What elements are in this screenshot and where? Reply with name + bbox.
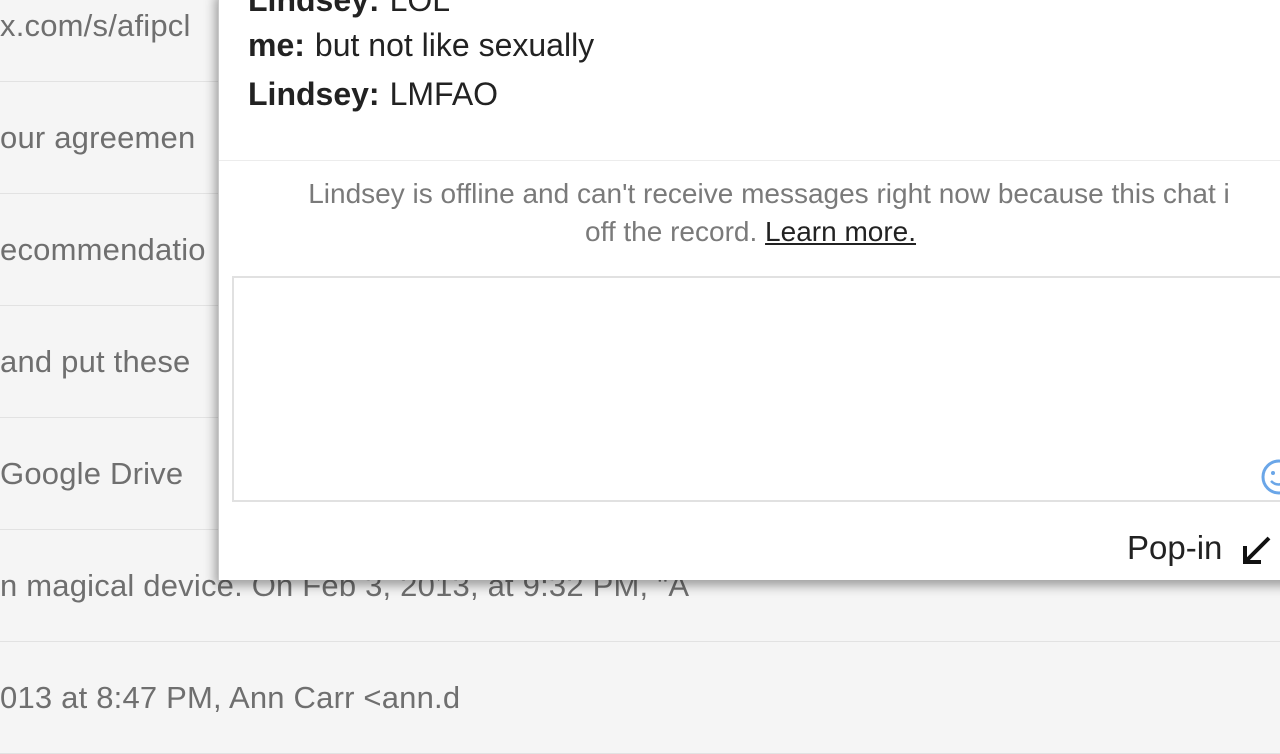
message-sender: me: (248, 27, 305, 63)
chat-message: Lindsey: LMFAO (248, 76, 498, 113)
message-sender: Lindsey: (248, 76, 380, 112)
chat-message: me: but not like sexually (248, 27, 594, 64)
inbox-row[interactable]: 013 at 8:47 PM, Ann Carr <ann.d (0, 642, 1280, 754)
divider (219, 160, 1280, 161)
smiley-icon[interactable] (1257, 457, 1280, 497)
offline-notice-line2-wrap: off the record. Learn more. (239, 213, 1280, 251)
message-sender: Lindsey: (248, 0, 380, 18)
offline-notice-line1: Lindsey is offline and can't receive mes… (308, 178, 1230, 209)
inbox-row-snippet: our agreemen (0, 120, 196, 155)
inbox-row-snippet: and put these (0, 344, 191, 379)
arrow-down-left-icon[interactable] (1239, 532, 1275, 568)
offline-notice-line2: off the record. (585, 216, 758, 247)
inbox-row-snippet: Google Drive (0, 456, 184, 491)
inbox-row-snippet: ecommendatio (0, 232, 206, 267)
inbox-row-snippet: 013 at 8:47 PM, Ann Carr <ann.d (0, 680, 461, 715)
popin-button[interactable]: Pop-in (1127, 529, 1222, 567)
message-text: but not like sexually (314, 27, 595, 63)
chat-message: Lindsey: LOL (248, 0, 450, 19)
message-text: LMFAO (389, 76, 499, 112)
inbox-row-snippet: x.com/s/afipcl (0, 8, 191, 43)
message-text: LOL (389, 0, 451, 18)
learn-more-link[interactable]: Learn more. (765, 216, 916, 247)
offline-notice: Lindsey is offline and can't receive mes… (239, 175, 1280, 251)
message-input[interactable] (232, 276, 1280, 502)
chat-window: Lindsey: LOL me: but not like sexually Lin… (218, 0, 1280, 580)
